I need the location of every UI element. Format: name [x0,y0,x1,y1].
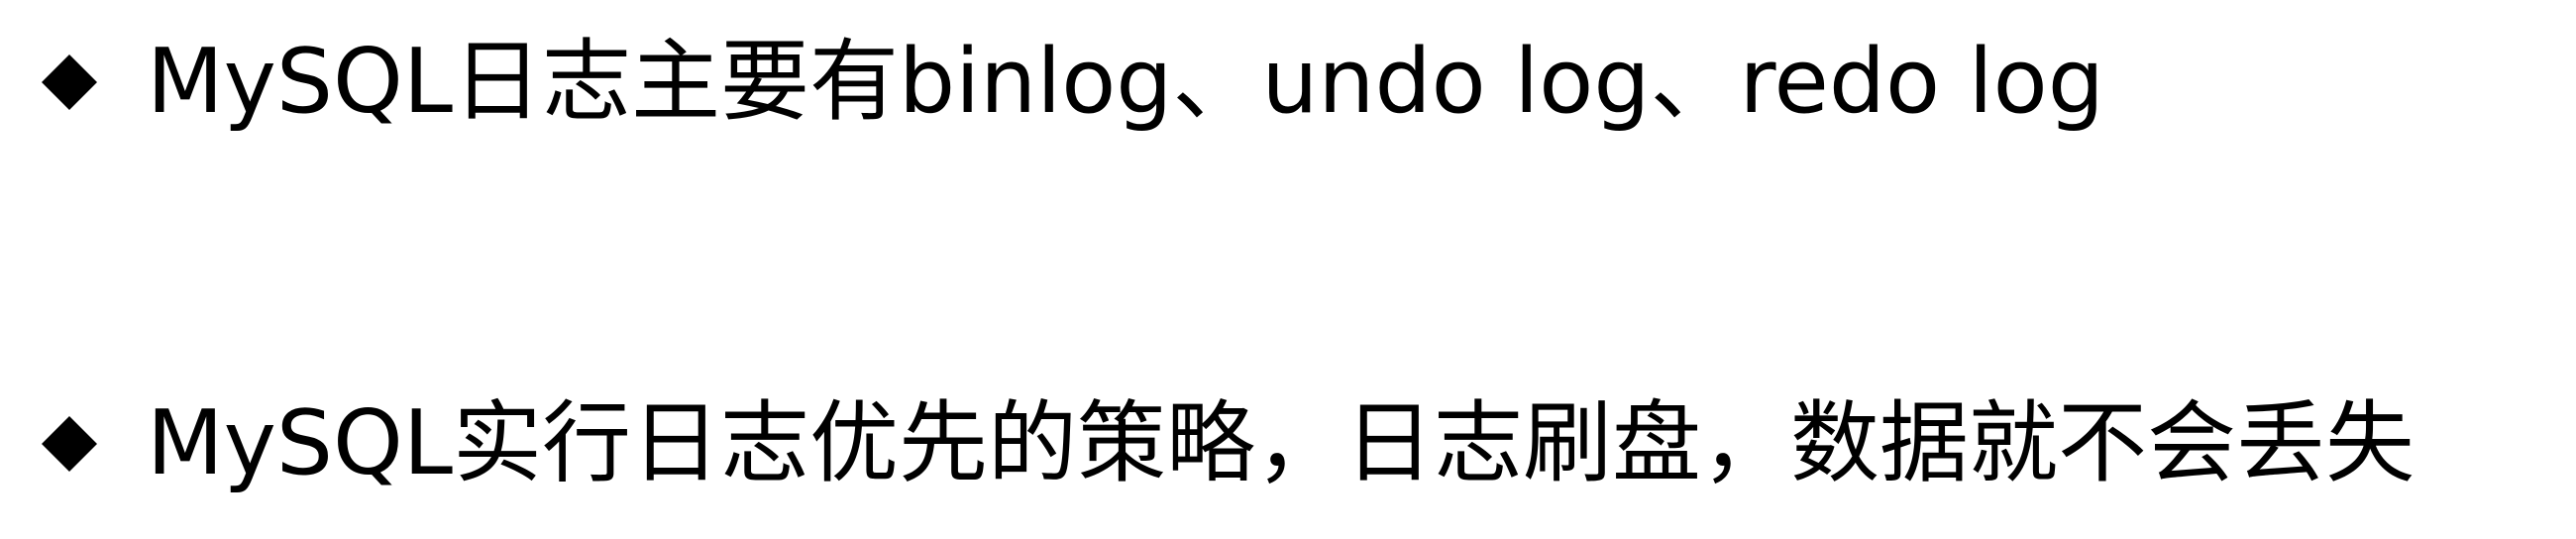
bullet-item-log-types: MySQL日志主要有binlog、undo log、redo log [40,28,2104,137]
bullet-item-wal-strategy: MySQL实行日志优先的策略，日志刷盘，数据就不会丢失 [40,389,2415,498]
bullet-text-wal-strategy: MySQL实行日志优先的策略，日志刷盘，数据就不会丢失 [147,391,2415,495]
bullet-list: MySQL日志主要有binlog、undo log、redo log MySQL… [0,0,2576,539]
bullet-text-log-types: MySQL日志主要有binlog、undo log、redo log [147,30,2104,134]
diamond-bullet-icon [40,414,99,474]
diamond-bullet-icon [40,53,99,112]
